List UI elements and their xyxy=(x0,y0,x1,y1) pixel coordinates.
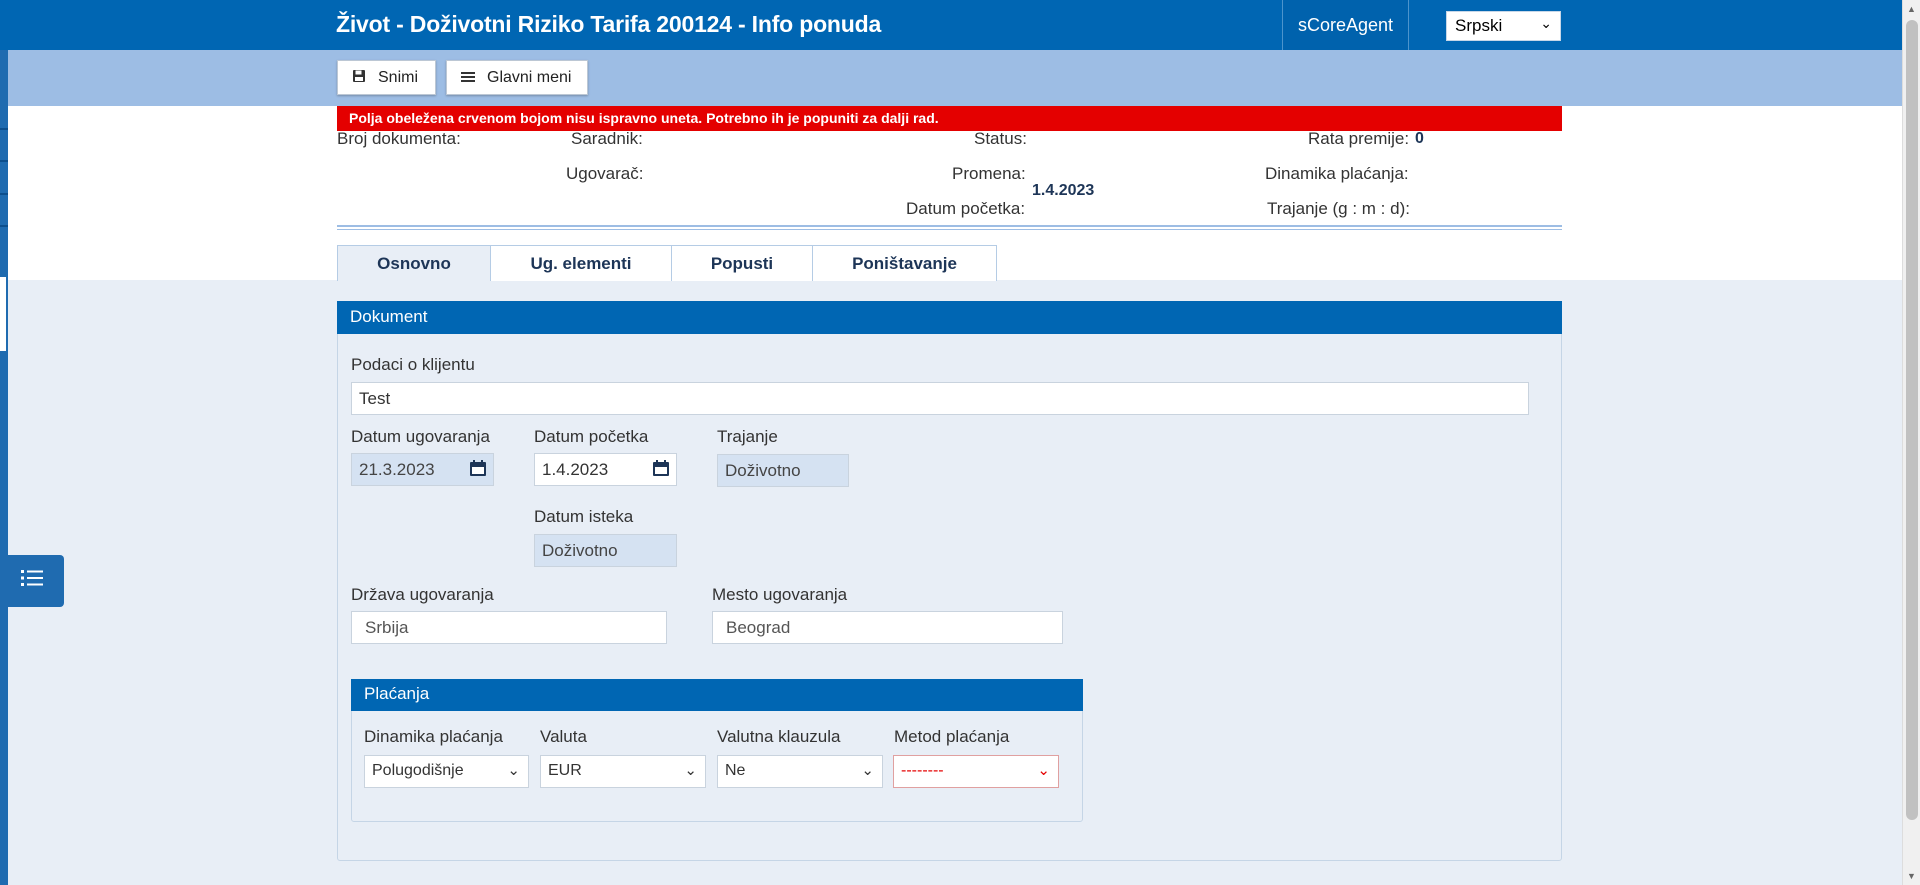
save-button[interactable]: Snimi xyxy=(337,60,436,95)
language-value: Srpski xyxy=(1455,16,1503,35)
currency-clause-select[interactable]: Ne ⌄ xyxy=(717,755,883,788)
payment-method-label: Metod plaćanja xyxy=(894,727,1010,746)
country-label: Država ugovaranja xyxy=(351,585,494,604)
start-date-value: 1.4.2023 xyxy=(542,460,609,479)
premium-rate-value: 0 xyxy=(1415,130,1424,147)
duration-info-label: Trajanje (g : m : d): xyxy=(1267,199,1410,218)
chevron-down-icon: ⌄ xyxy=(1037,762,1050,779)
payment-dynamics-info-label: Dinamika plaćanja: xyxy=(1265,164,1409,183)
page-title: Život - Doživotni Riziko Tarifa 200124 -… xyxy=(336,11,882,37)
menu-icon xyxy=(461,70,475,86)
calendar-icon[interactable] xyxy=(652,459,670,477)
tab-osnovno[interactable]: Osnovno xyxy=(337,245,491,281)
language-select[interactable]: Srpski ⌄ xyxy=(1446,11,1561,41)
left-sidebar-strip xyxy=(0,50,8,885)
payment-dynamics-value: Polugodišnje xyxy=(372,762,464,779)
start-date-label: Datum početka xyxy=(534,427,649,446)
payment-method-value: -------- xyxy=(901,762,944,779)
chevron-down-icon: ⌄ xyxy=(1540,15,1552,31)
country-input[interactable]: Srbija xyxy=(351,611,667,644)
payments-panel-heading: Plaćanja xyxy=(351,679,1083,711)
scroll-down-icon[interactable]: ▼ xyxy=(1907,871,1916,881)
calendar-icon[interactable] xyxy=(469,459,487,477)
tab-ponistavanje[interactable]: Poništavanje xyxy=(812,245,997,281)
start-date-info-value: 1.4.2023 xyxy=(1032,182,1095,199)
expiry-date-field: Doživotno xyxy=(534,534,677,567)
divider xyxy=(337,225,1562,227)
client-data-label: Podaci o klijentu xyxy=(351,355,475,374)
document-panel-heading: Dokument xyxy=(337,301,1562,334)
scroll-up-icon[interactable]: ▲ xyxy=(1907,4,1916,14)
place-label: Mesto ugovaranja xyxy=(712,585,848,604)
document-number-label: Broj dokumenta: xyxy=(337,129,461,148)
header-bar: Život - Doživotni Riziko Tarifa 200124 -… xyxy=(0,0,1902,50)
tab-popusti[interactable]: Popusti xyxy=(671,245,813,281)
payment-dynamics-select[interactable]: Polugodišnje ⌄ xyxy=(364,755,529,788)
chevron-down-icon: ⌄ xyxy=(684,762,697,779)
contract-date-label: Datum ugovaranja xyxy=(351,427,490,446)
status-label: Status: xyxy=(974,129,1027,148)
start-date-input[interactable]: 1.4.2023 xyxy=(534,453,677,486)
agent-button[interactable]: sCoreAgent xyxy=(1282,0,1409,50)
chevron-down-icon: ⌄ xyxy=(861,762,874,779)
payment-method-select[interactable]: -------- ⌄ xyxy=(893,755,1059,788)
currency-label: Valuta xyxy=(540,727,587,746)
payment-dynamics-label: Dinamika plaćanja xyxy=(364,727,503,746)
list-icon xyxy=(20,567,44,595)
main-menu-button[interactable]: Glavni meni xyxy=(446,60,588,95)
client-data-input[interactable]: Test xyxy=(351,382,1529,415)
expiry-date-label: Datum isteka xyxy=(534,507,634,526)
divider xyxy=(337,229,1562,230)
validation-error-banner: Polja obeležena crvenom bojom nisu ispra… xyxy=(337,106,1562,131)
scrollbar-thumb[interactable] xyxy=(1906,20,1918,820)
vertical-scrollbar[interactable]: ▲ ▼ xyxy=(1902,0,1920,885)
toolbar: Snimi Glavni meni xyxy=(8,50,1902,106)
contract-date-value: 21.3.2023 xyxy=(359,460,435,479)
duration-label: Trajanje xyxy=(717,427,778,446)
currency-value: EUR xyxy=(548,762,582,779)
start-date-info-label: Datum početka: xyxy=(906,199,1026,218)
save-label: Snimi xyxy=(378,68,419,86)
contractor-label: Ugovarač: xyxy=(566,164,644,183)
premium-rate-label: Rata premije: xyxy=(1308,129,1410,148)
change-label: Promena: xyxy=(952,164,1026,183)
associate-label: Saradnik: xyxy=(571,129,643,148)
currency-clause-label: Valutna klauzula xyxy=(717,727,841,746)
sidebar-toggle-button[interactable] xyxy=(0,555,64,607)
currency-clause-value: Ne xyxy=(725,762,746,779)
tab-ug-elementi[interactable]: Ug. elementi xyxy=(490,245,672,281)
chevron-down-icon: ⌄ xyxy=(507,762,520,779)
main-menu-label: Glavni meni xyxy=(487,68,572,86)
place-input[interactable]: Beograd xyxy=(712,611,1063,644)
save-icon xyxy=(352,69,366,86)
currency-select[interactable]: EUR ⌄ xyxy=(540,755,706,788)
sidebar-active-marker xyxy=(0,277,6,351)
contract-date-input[interactable]: 21.3.2023 xyxy=(351,453,494,486)
duration-field: Doživotno xyxy=(717,454,849,487)
